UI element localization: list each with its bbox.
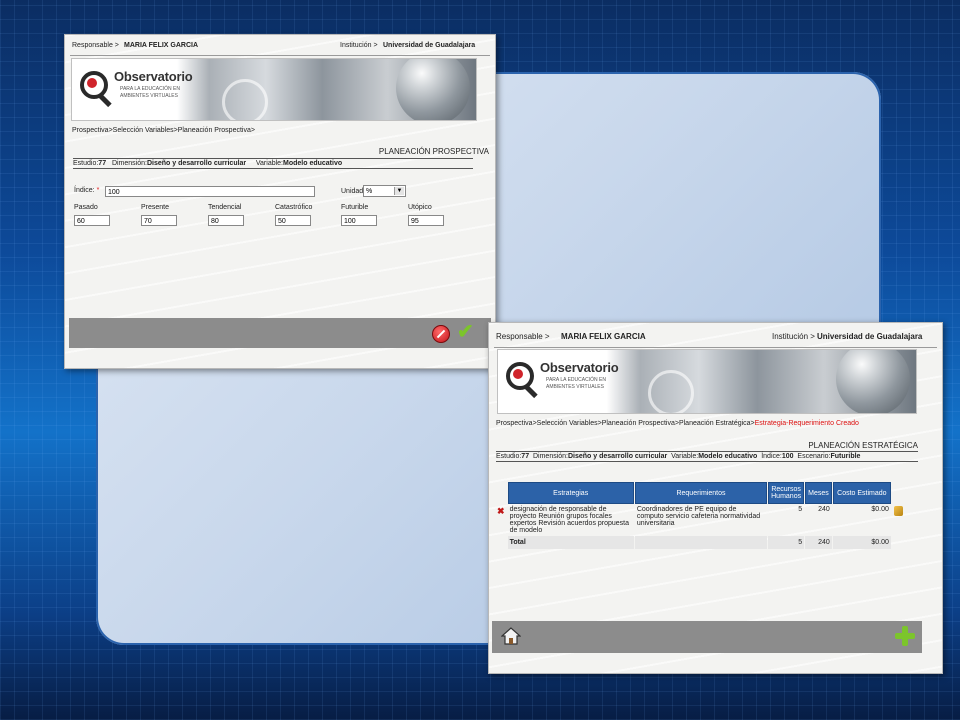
tendencial-input[interactable]: 80 (208, 215, 244, 226)
checkmark-icon[interactable]: ✔ (457, 322, 474, 342)
estudio-value: 77 (98, 160, 107, 167)
variable-value: Modelo educativo (283, 160, 343, 167)
cell-costo: $0.00 (871, 506, 889, 513)
institucion-label: Institución > (772, 332, 815, 341)
dimension-value: Diseño y desarrollo curricular (146, 160, 247, 167)
cell-meses: 240 (818, 506, 830, 513)
indice-input[interactable]: 100 (105, 186, 315, 197)
responsable-value: MARIA FELIX GARCIA (124, 42, 199, 49)
add-icon[interactable] (895, 626, 915, 646)
action-footer (492, 621, 922, 653)
logo-title: Observatorio (540, 360, 619, 375)
futurible-input[interactable]: 100 (341, 215, 377, 226)
logo-subtitle: PARA LA EDUCACIÓN EN AMBIENTES VIRTUALES (120, 86, 180, 99)
study-info-bar: Estudio:77 Dimensión:Diseño y desarrollo… (73, 158, 473, 169)
indice-value: 100 (781, 453, 794, 460)
presente-input[interactable]: 70 (141, 215, 177, 226)
observatorio-banner: Observatorio PARA LA EDUCACIÓN EN AMBIEN… (497, 349, 917, 414)
institucion-label: Institución > (340, 42, 378, 49)
header-bar: Responsable > MARIA FELIX GARCIA Institu… (70, 39, 490, 56)
pasado-input[interactable]: 60 (74, 215, 110, 226)
total-label: Total (507, 536, 634, 549)
variable-value: Modelo educativo (698, 453, 758, 460)
total-meses: 240 (805, 536, 832, 549)
observatorio-banner: Observatorio PARA LA EDUCACIÓN EN AMBIEN… (71, 58, 477, 121)
logo-title: Observatorio (114, 69, 193, 84)
col-header-recursos-humanos[interactable]: Recursos Humanos (768, 482, 805, 504)
cancel-icon[interactable] (432, 325, 450, 343)
total-recursos: 5 (768, 536, 805, 549)
col-header-meses[interactable]: Meses (805, 482, 832, 504)
study-info-bar: Estudio:77 Dimensión:Diseño y desarrollo… (496, 451, 918, 462)
strategic-planning-window: Responsable > MARIA FELIX GARCIA Institu… (488, 322, 943, 674)
presente-label: Presente (141, 204, 170, 211)
catastrofico-label: Catastrófico (275, 204, 313, 211)
col-header-estrategias[interactable]: Estrategias (507, 482, 634, 504)
escenario-value: Futurible (830, 453, 861, 460)
logo-subtitle: PARA LA EDUCACIÓN EN AMBIENTES VIRTUALES (546, 377, 606, 390)
delete-icon[interactable]: ✖ (497, 506, 505, 516)
futurible-label: Futurible (341, 204, 369, 211)
unidad-label: Unidad: (341, 188, 366, 195)
unidad-select[interactable]: % ▼ (363, 185, 406, 197)
institucion-value: Universidad de Guadalajara (817, 332, 923, 341)
table-total-row: Total 5 240 $0.00 (495, 536, 905, 549)
required-marker: * (96, 187, 100, 194)
home-icon[interactable] (501, 627, 521, 645)
table-header-row: Estrategias Requerimientos Recursos Huma… (495, 482, 905, 504)
tendencial-label: Tendencial (208, 204, 242, 211)
col-header-costo-estimado[interactable]: Costo Estimado (832, 482, 891, 504)
breadcrumb[interactable]: Prospectiva>Selección Variables>Planeaci… (496, 420, 859, 427)
responsable-value: MARIA FELIX GARCIA (561, 332, 646, 341)
edit-icon[interactable] (893, 506, 903, 516)
utopico-label: Utópico (408, 204, 432, 211)
header-bar: Responsable > MARIA FELIX GARCIA Institu… (494, 327, 937, 348)
catastrofico-input[interactable]: 50 (275, 215, 311, 226)
section-title: PLANEACIÓN ESTRATÉGICA (808, 441, 918, 450)
chevron-down-icon: ▼ (394, 187, 404, 195)
globe-icon (396, 59, 470, 120)
breadcrumb[interactable]: Prospectiva>Selección Variables>Planeaci… (72, 127, 255, 134)
estudio-value: 77 (521, 453, 530, 460)
table-row: ✖ designación de responsable de proyecto… (495, 505, 905, 535)
dimension-value: Diseño y desarrollo curricular (568, 453, 668, 460)
pasado-label: Pasado (74, 204, 98, 211)
responsable-label: Responsable > (496, 332, 550, 341)
strategy-table: Estrategias Requerimientos Recursos Huma… (494, 481, 906, 550)
breadcrumb-current: Estrategia-Requerimiento Creado (754, 420, 859, 427)
prospective-planning-window: Responsable > MARIA FELIX GARCIA Institu… (64, 34, 496, 369)
globe-icon (836, 350, 910, 413)
responsable-label: Responsable > (72, 42, 119, 49)
section-title: PLANEACIÓN PROSPECTIVA (378, 147, 489, 156)
institucion-value: Universidad de Guadalajara (383, 42, 476, 49)
cell-recursos: 5 (798, 506, 803, 513)
cell-requerimiento: Coordinadores de PE equipo de computo se… (636, 506, 761, 527)
cell-estrategia: designación de responsable de proyecto R… (509, 506, 630, 534)
total-costo: $0.00 (832, 536, 891, 549)
utopico-input[interactable]: 95 (408, 215, 444, 226)
indice-label: Índice: * (74, 187, 100, 194)
col-header-requerimientos[interactable]: Requerimientos (634, 482, 768, 504)
action-footer: ✔ (69, 318, 491, 348)
